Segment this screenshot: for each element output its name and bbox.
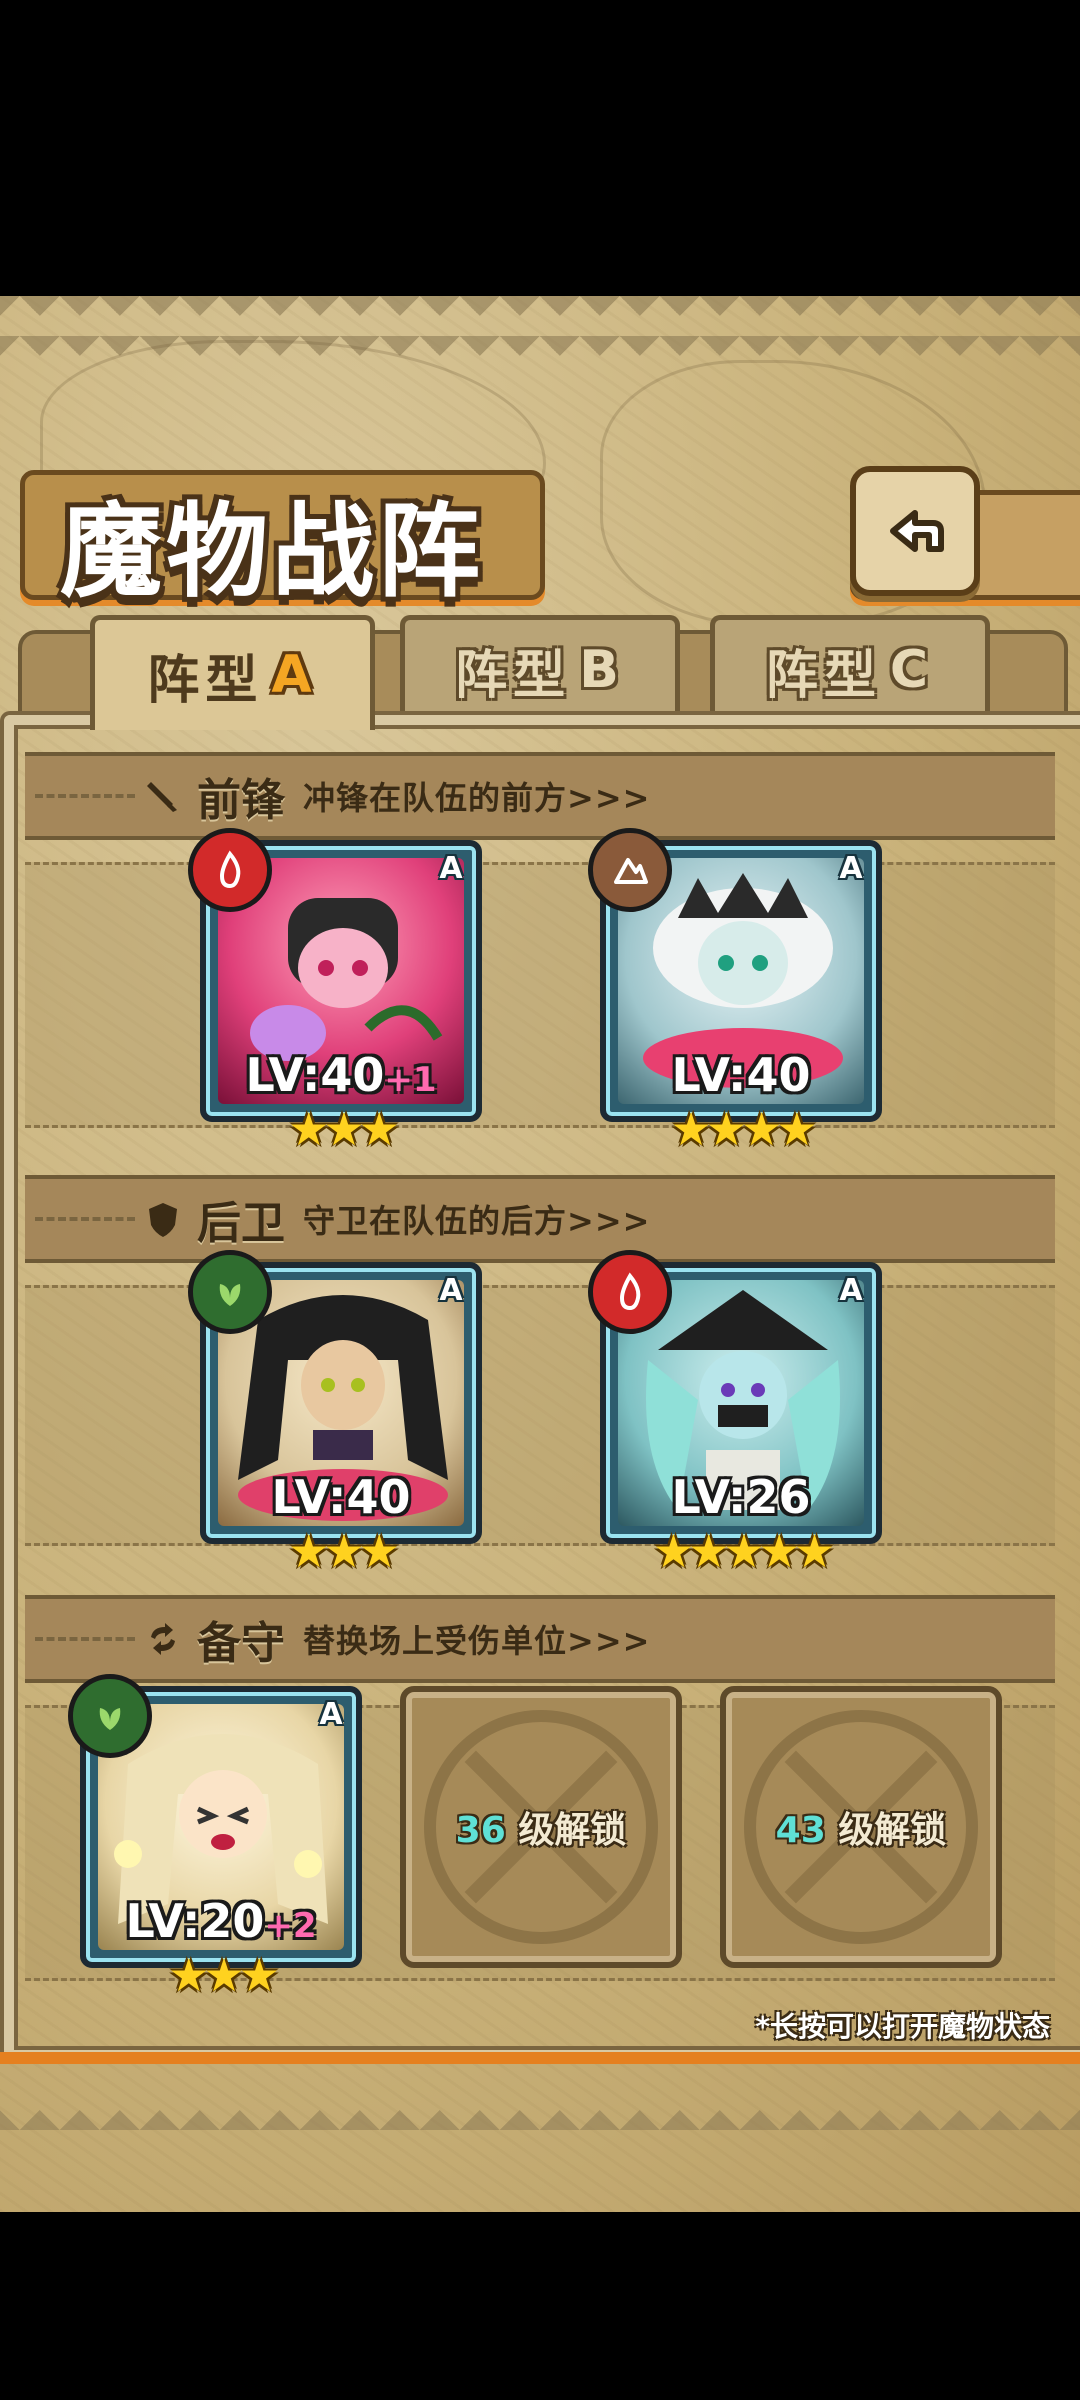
- earth-element-icon: [588, 828, 672, 912]
- star-rating: ★★★: [288, 1524, 400, 1578]
- rank-badge: A: [839, 851, 863, 886]
- level-value: LV:40: [671, 1048, 811, 1102]
- front-row: [25, 862, 1055, 1128]
- level-value: LV:20: [125, 1894, 265, 1948]
- level-bonus: +2: [264, 1906, 317, 1946]
- rank-badge: A: [439, 1273, 463, 1308]
- star-rating: ★★★★: [670, 1102, 818, 1156]
- rank-badge: A: [839, 1273, 863, 1308]
- section-rear-header: 后卫 守卫在队伍的后方>>>: [25, 1175, 1055, 1263]
- star-rating: ★★★★★: [652, 1524, 835, 1578]
- rank-badge: A: [439, 851, 463, 886]
- tab-letter: B: [579, 640, 625, 700]
- section-rear-subtitle: 守卫在队伍的后方>>>: [303, 1202, 651, 1240]
- level-label: LV:40: [606, 1048, 876, 1102]
- tab-formation-c[interactable]: 阵型 C: [710, 615, 990, 720]
- rear-row: [25, 1285, 1055, 1546]
- monster-card-rear-1[interactable]: A LV:40 ★★★: [188, 1250, 482, 1578]
- swap-icon: [151, 1623, 175, 1655]
- tab-label: 阵型: [147, 650, 264, 711]
- tab-formation-a[interactable]: 阵型 A: [90, 615, 375, 730]
- monster-card-front-2[interactable]: A LV:40 ★★★★: [588, 828, 882, 1156]
- nature-element-icon: [188, 1250, 272, 1334]
- shield-icon: [149, 1203, 177, 1237]
- section-front-subtitle: 冲锋在队伍的前方>>>: [303, 779, 651, 817]
- section-front-title: 前锋: [197, 775, 285, 826]
- tab-formation-b[interactable]: 阵型 B: [400, 615, 680, 720]
- section-front-header: 前锋 冲锋在队伍的前方>>>: [25, 752, 1055, 840]
- fire-element-icon: [188, 828, 272, 912]
- locked-slot-2[interactable]: 43 级解锁: [720, 1686, 1002, 1968]
- level-value: LV:40: [271, 1470, 411, 1524]
- section-reserve-title: 备守: [197, 1618, 285, 1669]
- long-press-hint: *长按可以打开魔物状态: [755, 2010, 1050, 2043]
- section-reserve-subtitle: 替换场上受伤单位>>>: [303, 1622, 651, 1660]
- section-reserve-header: 备守 替换场上受伤单位>>>: [25, 1595, 1055, 1683]
- unlock-requirement: 43 级解锁: [776, 1801, 947, 1853]
- star-rating: ★★★: [288, 1102, 400, 1156]
- level-value: LV:26: [671, 1470, 811, 1524]
- frame-bottom-accent: [0, 2052, 1080, 2064]
- back-button[interactable]: [850, 466, 980, 596]
- tab-label: 阵型: [455, 645, 572, 706]
- level-label: LV:26: [606, 1470, 876, 1524]
- level-value: LV:40: [245, 1048, 385, 1102]
- level-label: LV:40+1: [206, 1048, 476, 1102]
- rank-badge: A: [319, 1697, 343, 1732]
- locked-slot-1[interactable]: 36 级解锁: [400, 1686, 682, 1968]
- fire-element-icon: [588, 1250, 672, 1334]
- bottom-torn-edge: [0, 2090, 1080, 2140]
- unlock-level: 43: [775, 1810, 826, 1851]
- page-title: 魔物战阵: [60, 492, 484, 612]
- unlock-requirement: 36 级解锁: [456, 1801, 627, 1853]
- monster-card-rear-2[interactable]: A LV:26 ★★★★★: [588, 1250, 882, 1578]
- star-rating: ★★★: [168, 1948, 280, 2002]
- tab-letter: C: [889, 640, 935, 700]
- monster-card-front-1[interactable]: A LV:40+1 ★★★: [188, 828, 482, 1156]
- sword-icon: [147, 782, 177, 812]
- nature-element-icon: [68, 1674, 152, 1758]
- monster-card-reserve-1[interactable]: A LV:20+2 ★★★: [68, 1674, 362, 2002]
- unlock-level: 36: [455, 1810, 506, 1851]
- level-bonus: +1: [384, 1060, 437, 1100]
- level-label: LV:20+2: [86, 1894, 356, 1948]
- unlock-label: 级解锁: [838, 1810, 947, 1851]
- tab-letter: A: [271, 645, 318, 705]
- section-rear-title: 后卫: [197, 1198, 285, 1249]
- back-arrow-icon: [890, 510, 944, 552]
- unlock-label: 级解锁: [518, 1810, 627, 1851]
- level-label: LV:40: [206, 1470, 476, 1524]
- tab-label: 阵型: [765, 645, 882, 706]
